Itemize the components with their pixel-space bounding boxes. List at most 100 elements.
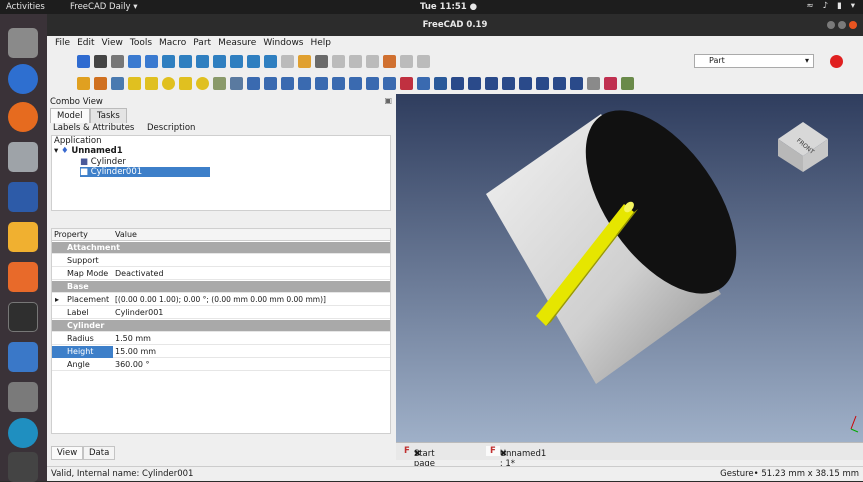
tab-view[interactable]: View	[51, 446, 84, 460]
system-tray[interactable]: ≈ ♪ ▮ ▾	[806, 1, 855, 11]
open-icon[interactable]	[298, 54, 311, 68]
close-icon[interactable]: ✖	[410, 449, 425, 459]
box-icon[interactable]	[128, 76, 141, 90]
menu-tools[interactable]: Tools	[130, 36, 152, 50]
impress-icon[interactable]	[8, 262, 38, 292]
offset-icon[interactable]	[434, 76, 447, 90]
tree-item-cylinder[interactable]: ■ Cylinder	[80, 157, 126, 167]
inkscape-icon[interactable]	[8, 382, 38, 412]
view-bottom-icon[interactable]	[247, 54, 260, 68]
menu-measure[interactable]: Measure	[218, 36, 256, 50]
tube-icon[interactable]	[213, 76, 226, 90]
view-iso-icon[interactable]	[162, 54, 175, 68]
common-icon[interactable]	[502, 76, 515, 90]
paste-icon[interactable]	[366, 54, 379, 68]
navigation-style[interactable]: Gesture• 51.23 mm x 38.15 mm	[720, 467, 859, 482]
fillet-icon[interactable]	[298, 76, 311, 90]
cylinder-icon[interactable]	[145, 76, 158, 90]
prop-group-attachment[interactable]: Attachment	[52, 242, 390, 254]
prop-row-map-mode[interactable]: Map Mode Deactivated	[52, 268, 390, 280]
tree-header-labels[interactable]: Labels & Attributes	[53, 123, 134, 133]
menu-help[interactable]: Help	[311, 36, 332, 50]
measure-linear-icon[interactable]	[587, 76, 600, 90]
record-macro-icon[interactable]	[830, 54, 843, 68]
workbench-select[interactable]: Part ▾	[694, 54, 814, 68]
activities-button[interactable]: Activities	[6, 2, 45, 12]
close-icon[interactable]: ✖	[496, 449, 511, 459]
prop-row-placement[interactable]: ▸ Placement [(0.00 0.00 1.00); 0.00 °; (0.…	[52, 294, 390, 306]
boolean-icon[interactable]	[451, 76, 464, 90]
prop-row-support[interactable]: Support	[52, 255, 390, 267]
join-icon[interactable]	[519, 76, 532, 90]
terminal-icon[interactable]	[8, 302, 38, 332]
float-dock-icon[interactable]: ▣	[384, 96, 392, 105]
chamfer-icon[interactable]	[315, 76, 328, 90]
prop-row-radius[interactable]: Radius 1.50 mm	[52, 333, 390, 345]
measure-icon[interactable]	[281, 54, 294, 68]
draw-style-icon[interactable]	[111, 54, 124, 68]
files-icon[interactable]	[8, 142, 38, 172]
loft-icon[interactable]	[366, 76, 379, 90]
tab-tasks[interactable]: Tasks	[90, 108, 127, 123]
tree-doc-unnamed1[interactable]: ▾ ♦ Unnamed1	[54, 146, 123, 156]
writer-icon[interactable]	[8, 342, 38, 372]
menu-part[interactable]: Part	[193, 36, 211, 50]
view-top-icon[interactable]	[196, 54, 209, 68]
sphere-icon[interactable]	[162, 76, 175, 90]
back-icon[interactable]	[128, 54, 141, 68]
save-icon[interactable]	[315, 54, 328, 68]
maximize-icon[interactable]	[838, 21, 846, 29]
check-geometry-icon[interactable]	[570, 76, 583, 90]
fuse-icon[interactable]	[485, 76, 498, 90]
apps-grid-icon[interactable]	[8, 452, 38, 482]
app-menu[interactable]: FreeCAD Daily ▾	[70, 2, 138, 12]
tab-data[interactable]: Data	[83, 446, 116, 460]
menu-file[interactable]: File	[55, 36, 70, 50]
mirror-icon[interactable]	[281, 76, 294, 90]
cut-icon[interactable]	[332, 54, 345, 68]
part-design-icon[interactable]	[94, 76, 107, 90]
tree-header-description[interactable]: Description	[147, 123, 195, 133]
clock[interactable]: Tue 11:51 ●	[420, 2, 477, 12]
extrude-icon[interactable]	[247, 76, 260, 90]
sketch-icon[interactable]	[111, 76, 124, 90]
prop-row-height[interactable]: Height 15.00 mm	[52, 346, 390, 358]
cone-icon[interactable]	[179, 76, 192, 90]
prop-row-label[interactable]: Label Cylinder001	[52, 307, 390, 319]
redo-icon[interactable]	[400, 54, 413, 68]
update-icon[interactable]	[8, 418, 38, 448]
view-left-icon[interactable]	[264, 54, 277, 68]
menu-view[interactable]: View	[102, 36, 123, 50]
measure-angular-icon[interactable]	[604, 76, 617, 90]
split-icon[interactable]	[536, 76, 549, 90]
minimize-icon[interactable]	[827, 21, 835, 29]
sweep-icon[interactable]	[383, 76, 396, 90]
forward-icon[interactable]	[145, 54, 158, 68]
close-icon[interactable]	[849, 21, 857, 29]
copy-icon[interactable]	[349, 54, 362, 68]
tree-item-cylinder001[interactable]: ■ Cylinder001	[80, 167, 210, 177]
compound-icon[interactable]	[553, 76, 566, 90]
refresh-icon[interactable]	[417, 54, 430, 68]
3d-viewport[interactable]: FRONT	[396, 94, 863, 442]
measure-clear-icon[interactable]	[621, 76, 634, 90]
chrome-icon[interactable]	[8, 64, 38, 94]
cut-boolean-icon[interactable]	[468, 76, 481, 90]
view-rear-icon[interactable]	[230, 54, 243, 68]
menu-windows[interactable]: Windows	[263, 36, 303, 50]
face-icon[interactable]	[332, 76, 345, 90]
view-right-icon[interactable]	[213, 54, 226, 68]
section-icon[interactable]	[400, 76, 413, 90]
menu-macro[interactable]: Macro	[159, 36, 186, 50]
ruled-surface-icon[interactable]	[349, 76, 362, 90]
part-icon[interactable]	[77, 76, 90, 90]
camera-icon[interactable]	[8, 28, 38, 58]
cross-sections-icon[interactable]	[417, 76, 430, 90]
undo-icon[interactable]	[383, 54, 396, 68]
prop-row-angle[interactable]: Angle 360.00 °	[52, 359, 390, 371]
prop-group-cylinder[interactable]: Cylinder	[52, 320, 390, 332]
torus-icon[interactable]	[196, 76, 209, 90]
prop-group-base[interactable]: Base	[52, 281, 390, 293]
freecad-icon[interactable]	[8, 182, 38, 212]
menu-edit[interactable]: Edit	[77, 36, 94, 50]
